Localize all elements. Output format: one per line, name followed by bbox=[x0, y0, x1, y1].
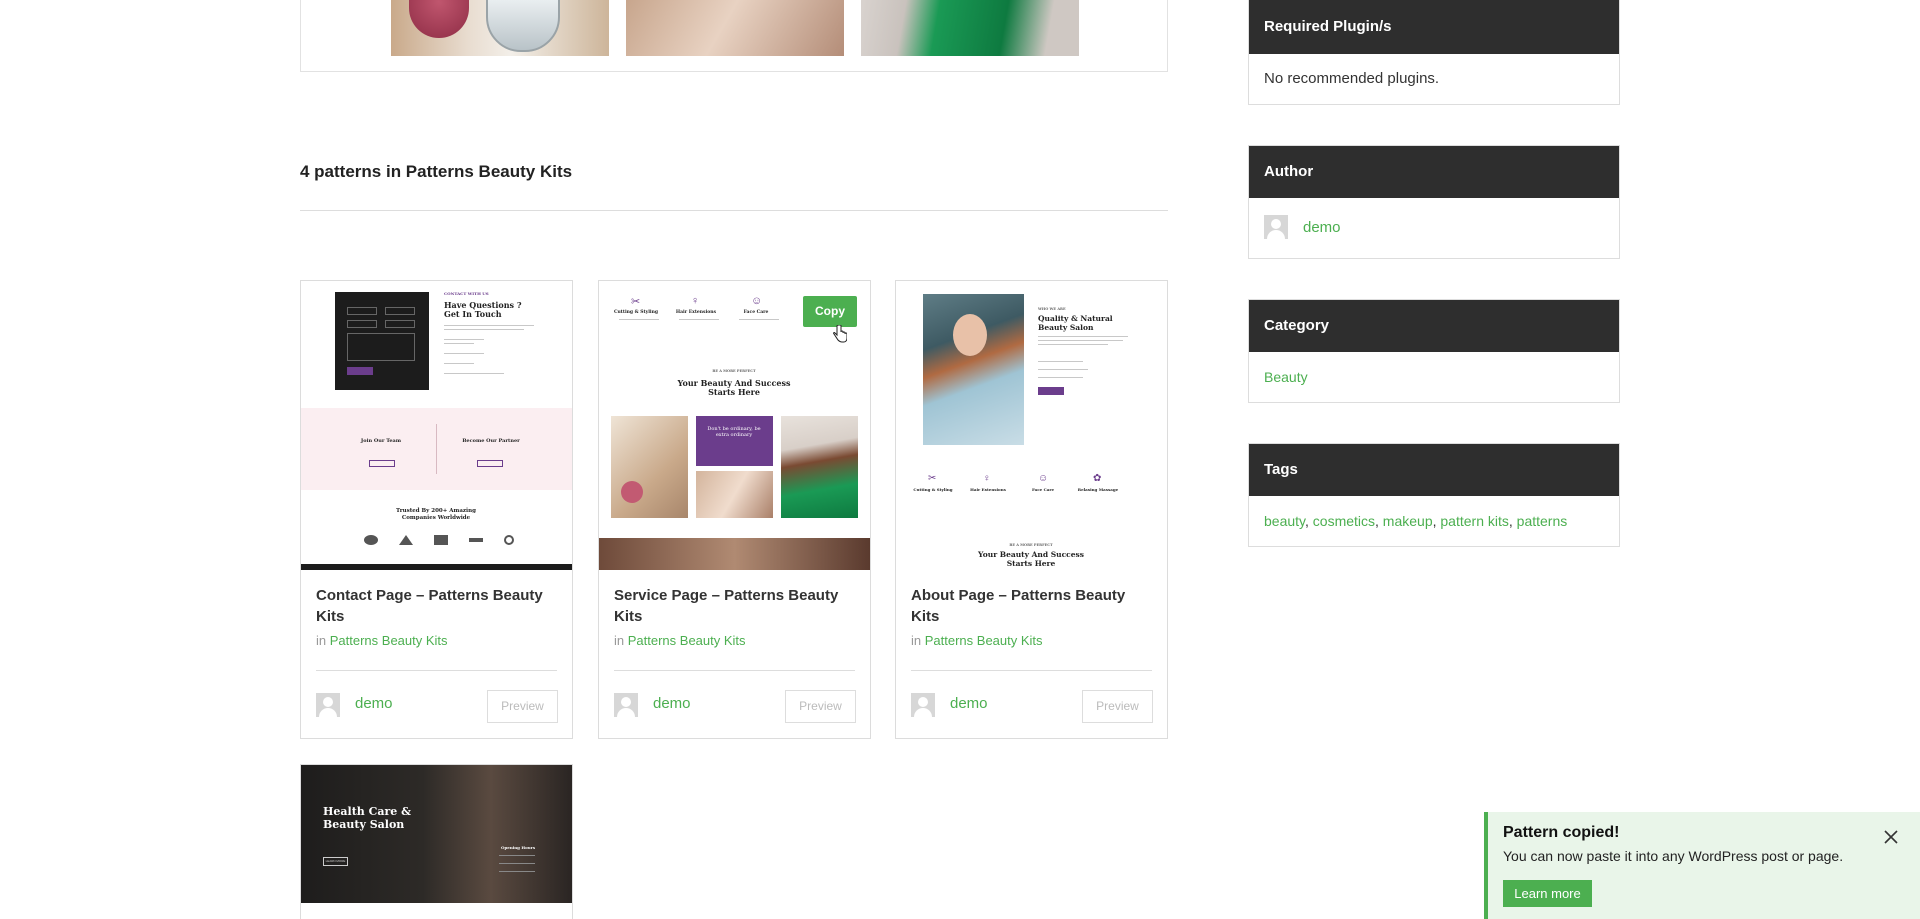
patterns-section-title: 4 patterns in Patterns Beauty Kits bbox=[300, 162, 573, 181]
toast-title: Pattern copied! bbox=[1503, 824, 1620, 841]
mock-trusted-heading: Trusted By 200+ Amazing Companies Worldw… bbox=[396, 508, 476, 521]
pattern-title[interactable]: Contact Page – Patterns Beauty Kits bbox=[316, 585, 561, 627]
tag-link[interactable]: beauty bbox=[1264, 513, 1305, 529]
spa-icon: ✿ bbox=[1093, 473, 1102, 484]
pattern-title[interactable]: About Page – Patterns Beauty Kits bbox=[911, 585, 1156, 627]
author-avatar bbox=[614, 693, 638, 717]
widget-title: Category bbox=[1249, 300, 1619, 352]
category-link[interactable]: Beauty bbox=[1264, 369, 1308, 385]
hair-icon: ♀ bbox=[691, 295, 700, 307]
mock-hours: Opening Hours bbox=[501, 845, 536, 850]
preview-button[interactable]: Preview bbox=[487, 690, 558, 723]
section-divider bbox=[300, 210, 1168, 211]
mock-heading: Health Care & Beauty Salon bbox=[323, 805, 412, 831]
mock-hero-image: Health Care & Beauty Salon LEARN MORE Op… bbox=[301, 765, 572, 903]
mock-eyebrow: WHO WE ARE bbox=[1038, 307, 1066, 311]
widget-author-row: demo bbox=[1249, 198, 1619, 258]
pattern-card-about[interactable]: WHO WE ARE Quality & Natural Beauty Salo… bbox=[895, 280, 1168, 739]
scissors-icon: ✂ bbox=[928, 473, 937, 484]
category-link[interactable]: Patterns Beauty Kits bbox=[925, 633, 1043, 648]
author-link[interactable]: demo bbox=[950, 695, 988, 712]
preview-image-green-dress bbox=[861, 0, 1079, 56]
pattern-card-home[interactable]: Health Care & Beauty Salon LEARN MORE Op… bbox=[300, 764, 573, 919]
learn-more-button[interactable]: Learn more bbox=[1503, 880, 1592, 907]
card-divider bbox=[614, 670, 855, 671]
close-icon[interactable] bbox=[1882, 828, 1900, 846]
preview-button[interactable]: Preview bbox=[1082, 690, 1153, 723]
mock-eyebrow: BE A MORE PERFECT bbox=[712, 369, 756, 373]
pattern-card-contact[interactable]: CONTACT WITH US Have Questions ? Get In … bbox=[300, 280, 573, 739]
mock-pink-band: Join Our Team Become Our Partner bbox=[301, 408, 572, 490]
pattern-title[interactable]: Service Page – Patterns Beauty Kits bbox=[614, 585, 859, 627]
pattern-thumbnail[interactable]: WHO WE ARE Quality & Natural Beauty Salo… bbox=[896, 281, 1167, 570]
mock-eyebrow: BE A MORE PERFECT bbox=[1009, 543, 1053, 547]
author-avatar bbox=[316, 693, 340, 717]
mock-heading: Quality & Natural Beauty Salon bbox=[1038, 314, 1113, 332]
category-link[interactable]: Patterns Beauty Kits bbox=[628, 633, 746, 648]
preview-image-massage bbox=[626, 0, 844, 56]
face-icon: ☺ bbox=[751, 295, 763, 307]
page: 4 patterns in Patterns Beauty Kits CONTA… bbox=[0, 0, 1920, 919]
pattern-category: in Patterns Beauty Kits bbox=[911, 633, 1043, 648]
author-link[interactable]: demo bbox=[653, 695, 691, 712]
card-divider bbox=[316, 670, 557, 671]
pattern-card-service[interactable]: ✂ ♀ ☺ Cutting & Styling Hair Extensions … bbox=[598, 280, 871, 739]
widget-category: Category Beauty bbox=[1248, 299, 1620, 403]
copy-button[interactable]: Copy bbox=[803, 296, 857, 327]
mock-diffuser-image bbox=[611, 416, 688, 518]
toast-message: You can now paste it into any WordPress … bbox=[1503, 848, 1844, 864]
tag-list: beauty, cosmetics, makeup, pattern kits,… bbox=[1264, 513, 1568, 529]
hand-cursor-icon bbox=[833, 325, 847, 343]
copy-toast-notification: Pattern copied! You can now paste it int… bbox=[1484, 812, 1920, 919]
tag-link[interactable]: patterns bbox=[1517, 513, 1568, 529]
mock-massage-image bbox=[696, 471, 773, 518]
tag-link[interactable]: makeup bbox=[1383, 513, 1433, 529]
author-avatar bbox=[1264, 215, 1288, 239]
widget-category-row: Beauty bbox=[1249, 352, 1619, 402]
widget-title: Tags bbox=[1249, 444, 1619, 496]
mock-heading: Your Beauty And Success Starts Here bbox=[978, 550, 1084, 568]
author-link[interactable]: demo bbox=[355, 695, 393, 712]
widget-tags: Tags beauty, cosmetics, makeup, pattern … bbox=[1248, 443, 1620, 547]
pattern-preview-frame bbox=[300, 0, 1168, 72]
mock-service-icons: ✂ ♀ ☺ ✿ Cutting & Styling Hair Extension… bbox=[913, 473, 1119, 492]
pattern-thumbnail[interactable]: ✂ ♀ ☺ Cutting & Styling Hair Extensions … bbox=[599, 281, 870, 570]
category-link[interactable]: Patterns Beauty Kits bbox=[330, 633, 448, 648]
mock-green-dress-image bbox=[781, 416, 858, 518]
widget-required-plugins: Required Plugin/s No recommended plugins… bbox=[1248, 0, 1620, 105]
mock-box-title: Join Our Team bbox=[360, 438, 402, 444]
widget-author: Author demo bbox=[1248, 145, 1620, 259]
mock-heading: Your Beauty And Success Starts Here bbox=[677, 378, 791, 397]
hair-icon: ♀ bbox=[983, 473, 991, 484]
tag-link[interactable]: cosmetics bbox=[1313, 513, 1375, 529]
mock-form-block bbox=[335, 292, 429, 390]
mock-button: LEARN MORE bbox=[323, 857, 348, 866]
mock-heading: Have Questions ? Get In Touch bbox=[444, 300, 522, 319]
pattern-thumbnail[interactable]: CONTACT WITH US Have Questions ? Get In … bbox=[301, 281, 572, 570]
mock-quote-box: Don't be ordinary, be extra ordinary bbox=[696, 416, 773, 466]
mock-portrait-image bbox=[923, 294, 1024, 445]
pattern-category: in Patterns Beauty Kits bbox=[316, 633, 448, 648]
card-divider bbox=[911, 670, 1152, 671]
preview-button[interactable]: Preview bbox=[785, 690, 856, 723]
tag-link[interactable]: pattern kits bbox=[1440, 513, 1508, 529]
mock-service-icons: ✂ ♀ ☺ Cutting & Styling Hair Extensions … bbox=[611, 295, 791, 335]
mock-eyebrow: CONTACT WITH US bbox=[444, 291, 489, 296]
widget-title: Required Plugin/s bbox=[1249, 0, 1619, 54]
widget-text: No recommended plugins. bbox=[1264, 70, 1440, 87]
preview-image-diffuser bbox=[391, 0, 609, 56]
widget-title: Author bbox=[1249, 146, 1619, 198]
pattern-category: in Patterns Beauty Kits bbox=[614, 633, 746, 648]
author-link[interactable]: demo bbox=[1303, 219, 1341, 236]
mock-box-title: Become Our Partner bbox=[462, 438, 520, 444]
scissors-icon: ✂ bbox=[631, 296, 641, 308]
author-avatar bbox=[911, 693, 935, 717]
face-icon: ☺ bbox=[1038, 473, 1049, 484]
mock-bottom-banner bbox=[599, 538, 870, 570]
